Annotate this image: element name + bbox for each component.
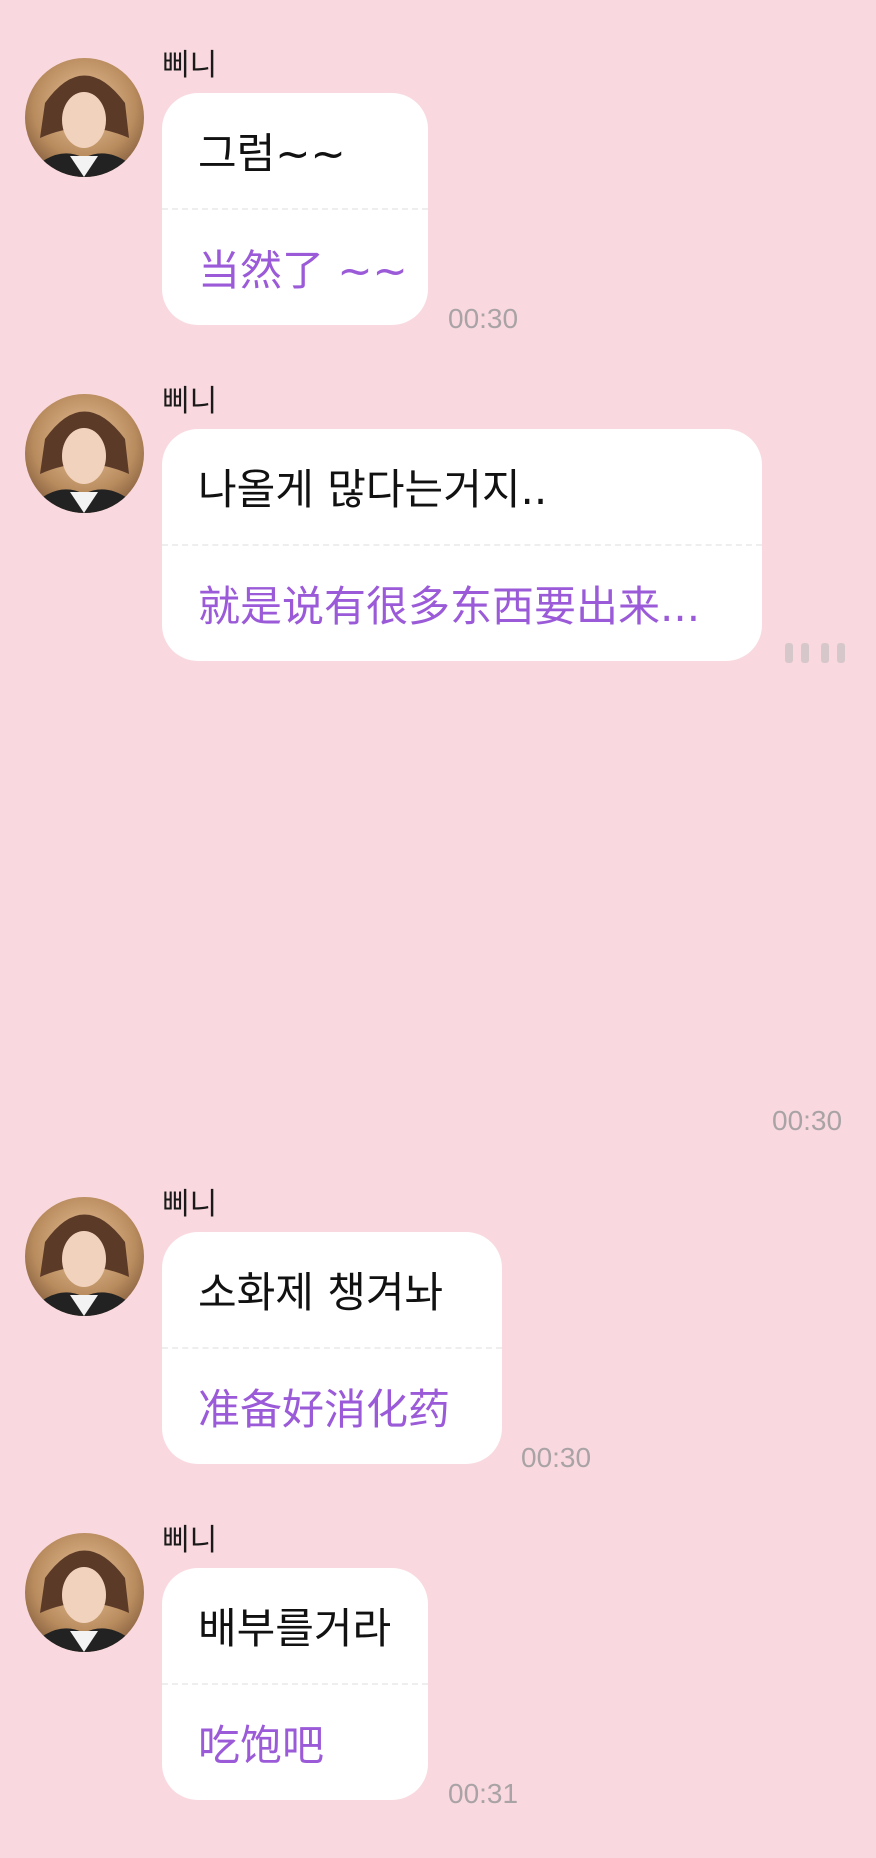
message-bubble[interactable]: 나올게 많다는거지.. 就是说有很多东西要出来... [162, 429, 762, 661]
message-translation: 吃饱吧 [198, 1721, 325, 1770]
message-korean: 소화제 챙겨놔 [198, 1268, 444, 1317]
sender-name: 삐니 [162, 1187, 218, 1222]
avatar[interactable] [25, 1533, 144, 1652]
avatar[interactable] [25, 1197, 144, 1316]
message-bubble[interactable]: 소화제 챙겨놔 准备好消化药 [162, 1232, 502, 1464]
chat-screen: { "messages": [ { "sender": "삐니", "ko": … [0, 0, 876, 1858]
message-translation: 准备好消化药 [198, 1385, 451, 1434]
sender-name: 삐니 [162, 384, 218, 419]
sender-name: 삐니 [162, 48, 218, 83]
avatar[interactable] [25, 58, 144, 177]
message-korean: 나올게 많다는거지.. [198, 465, 548, 514]
typing-indicator-icon [785, 643, 845, 663]
message-korean: 그럼~~ [198, 129, 346, 178]
message-translation: 就是说有很多东西要出来... [198, 582, 701, 631]
sender-name: 삐니 [162, 1523, 218, 1558]
timestamp: 00:31 [448, 1778, 519, 1809]
avatar[interactable] [25, 394, 144, 513]
timestamp: 00:30 [448, 303, 519, 334]
timestamp: 00:30 [772, 1105, 843, 1136]
message-bubble[interactable]: 그럼~~ 当然了 ~~ [162, 93, 428, 325]
message-translation: 当然了 ~~ [198, 246, 408, 295]
message-bubble[interactable]: 배부를거라 吃饱吧 [162, 1568, 428, 1800]
message-korean: 배부를거라 [198, 1604, 392, 1653]
timestamp: 00:30 [521, 1442, 592, 1473]
